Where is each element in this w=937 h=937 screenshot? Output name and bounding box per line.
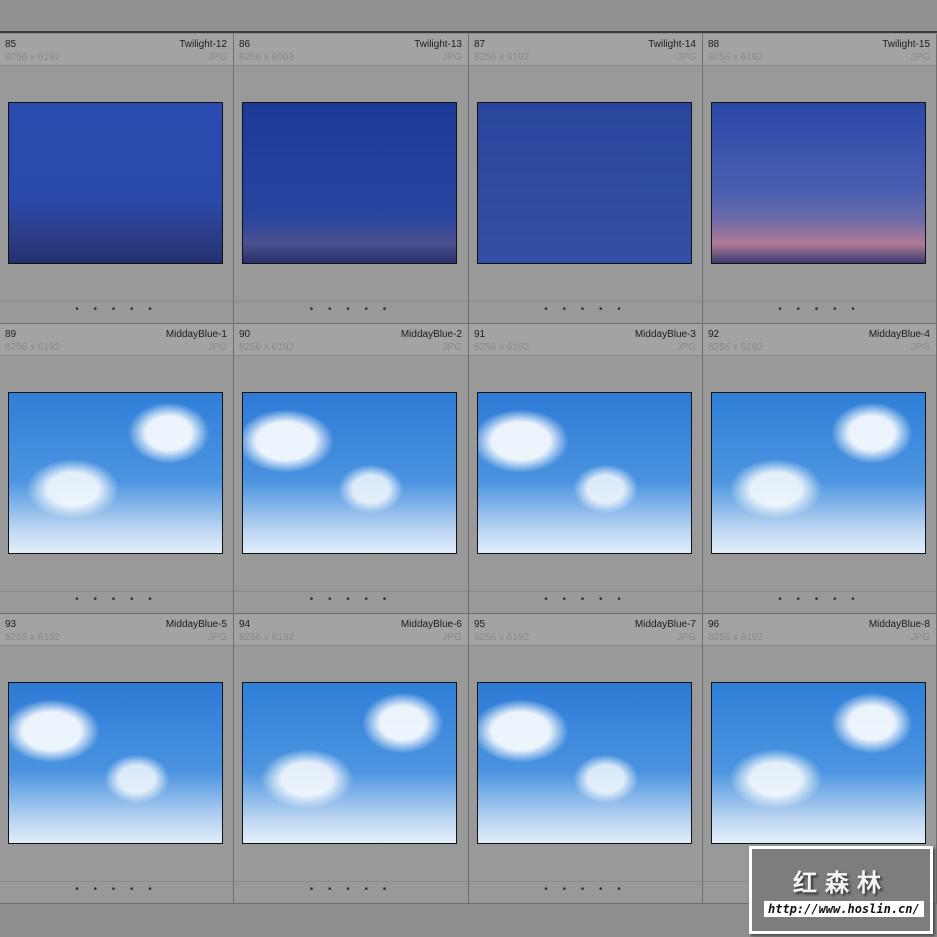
cell-dimensions: 8256 x 6192	[708, 342, 764, 353]
cell-filetype: JPG	[442, 342, 462, 353]
cell-filename: Twilight-14	[648, 39, 696, 50]
photo-thumbnail[interactable]	[477, 392, 692, 554]
cell-filename: Twilight-15	[882, 39, 930, 50]
cell-dimensions: 8256 x 6003	[239, 52, 295, 63]
cell-dimensions: 8256 x 6192	[5, 632, 61, 643]
cell-header: 96 MiddayBlue-8 8256 x 6192 JPG	[703, 614, 936, 646]
photo-thumbnail[interactable]	[8, 102, 223, 264]
cell-filename: MiddayBlue-2	[400, 329, 462, 340]
grid-cell[interactable]: 95 MiddayBlue-7 8256 x 6192 JPG • • • • …	[469, 614, 703, 904]
grid-cell[interactable]: 87 Twilight-14 8256 x 6192 JPG • • • • •	[469, 34, 703, 324]
grid-cell[interactable]: 93 MiddayBlue-5 8256 x 6192 JPG • • • • …	[0, 614, 234, 904]
photo-thumbnail[interactable]	[477, 682, 692, 844]
cell-filename: MiddayBlue-1	[165, 329, 227, 340]
cell-index: 96	[708, 619, 720, 630]
cell-filetype: JPG	[442, 52, 462, 63]
cell-filetype: JPG	[442, 632, 462, 643]
cell-dimensions: 8256 x 6192	[239, 342, 295, 353]
watermark-logo: 红森林 http://www.hoslin.cn/	[749, 846, 933, 934]
cell-index: 89	[5, 329, 17, 340]
thumbnail-grid: 85 Twilight-12 8256 x 6192 JPG • • • • •…	[0, 34, 937, 904]
star-rating[interactable]: • • • • •	[234, 881, 468, 903]
photo-thumbnail[interactable]	[242, 392, 457, 554]
grid-cell[interactable]: 85 Twilight-12 8256 x 6192 JPG • • • • •	[0, 34, 234, 324]
photo-thumbnail[interactable]	[8, 682, 223, 844]
cell-header: 85 Twilight-12 8256 x 6192 JPG	[0, 34, 233, 66]
watermark-title: 红森林	[793, 870, 889, 897]
cell-index: 92	[708, 329, 720, 340]
grid-cell[interactable]: 89 MiddayBlue-1 8256 x 6192 JPG • • • • …	[0, 324, 234, 614]
cell-index: 85	[5, 39, 17, 50]
cell-header: 94 MiddayBlue-6 8256 x 6192 JPG	[234, 614, 468, 646]
cell-filename: MiddayBlue-7	[634, 619, 696, 630]
star-rating[interactable]: • • • • •	[469, 301, 702, 323]
cell-filename: Twilight-12	[179, 39, 227, 50]
cell-header: 92 MiddayBlue-4 8256 x 6192 JPG	[703, 324, 936, 356]
cell-index: 94	[239, 619, 251, 630]
toolbar	[0, 0, 937, 33]
cell-filename: MiddayBlue-3	[634, 329, 696, 340]
cell-filename: MiddayBlue-8	[868, 619, 930, 630]
cell-dimensions: 8256 x 6192	[708, 52, 764, 63]
photo-thumbnail[interactable]	[711, 102, 926, 264]
cell-filetype: JPG	[676, 342, 696, 353]
cell-header: 91 MiddayBlue-3 8256 x 6192 JPG	[469, 324, 702, 356]
photo-thumbnail[interactable]	[477, 102, 692, 264]
cell-filetype: JPG	[676, 632, 696, 643]
cell-filetype: JPG	[910, 342, 930, 353]
grid-cell[interactable]: 91 MiddayBlue-3 8256 x 6192 JPG • • • • …	[469, 324, 703, 614]
cell-header: 88 Twilight-15 8256 x 6192 JPG	[703, 34, 936, 66]
cell-header: 87 Twilight-14 8256 x 6192 JPG	[469, 34, 702, 66]
cell-filename: Twilight-13	[414, 39, 462, 50]
photo-thumbnail[interactable]	[242, 682, 457, 844]
cell-filename: MiddayBlue-4	[868, 329, 930, 340]
photo-thumbnail[interactable]	[242, 102, 457, 264]
photo-thumbnail[interactable]	[8, 392, 223, 554]
cell-index: 88	[708, 39, 720, 50]
cell-filetype: JPG	[207, 632, 227, 643]
star-rating[interactable]: • • • • •	[0, 301, 233, 323]
star-rating[interactable]: • • • • •	[469, 591, 702, 613]
cell-filetype: JPG	[676, 52, 696, 63]
cell-header: 86 Twilight-13 8256 x 6003 JPG	[234, 34, 468, 66]
cell-index: 95	[474, 619, 486, 630]
cell-filename: MiddayBlue-6	[400, 619, 462, 630]
cell-header: 93 MiddayBlue-5 8256 x 6192 JPG	[0, 614, 233, 646]
star-rating[interactable]: • • • • •	[234, 301, 468, 323]
cell-filetype: JPG	[910, 52, 930, 63]
star-rating[interactable]: • • • • •	[469, 881, 702, 903]
cell-dimensions: 8256 x 6192	[474, 342, 530, 353]
cell-dimensions: 8256 x 6192	[474, 52, 530, 63]
cell-dimensions: 8256 x 6192	[5, 52, 61, 63]
photo-thumbnail[interactable]	[711, 392, 926, 554]
cell-index: 91	[474, 329, 486, 340]
watermark-url: http://www.hoslin.cn/	[764, 901, 924, 917]
cell-dimensions: 8256 x 6192	[239, 632, 295, 643]
grid-cell[interactable]: 88 Twilight-15 8256 x 6192 JPG • • • • •	[703, 34, 937, 324]
cell-filename: MiddayBlue-5	[165, 619, 227, 630]
cell-dimensions: 8256 x 6192	[5, 342, 61, 353]
star-rating[interactable]: • • • • •	[703, 301, 936, 323]
cell-header: 95 MiddayBlue-7 8256 x 6192 JPG	[469, 614, 702, 646]
cell-dimensions: 8256 x 6192	[474, 632, 530, 643]
cell-filetype: JPG	[207, 342, 227, 353]
cell-header: 90 MiddayBlue-2 8256 x 6192 JPG	[234, 324, 468, 356]
star-rating[interactable]: • • • • •	[234, 591, 468, 613]
photo-thumbnail[interactable]	[711, 682, 926, 844]
grid-cell[interactable]: 90 MiddayBlue-2 8256 x 6192 JPG • • • • …	[234, 324, 469, 614]
cell-header: 89 MiddayBlue-1 8256 x 6192 JPG	[0, 324, 233, 356]
cell-index: 90	[239, 329, 251, 340]
grid-cell[interactable]: 86 Twilight-13 8256 x 6003 JPG • • • • •	[234, 34, 469, 324]
cell-filetype: JPG	[207, 52, 227, 63]
cell-filetype: JPG	[910, 632, 930, 643]
grid-cell[interactable]: 94 MiddayBlue-6 8256 x 6192 JPG • • • • …	[234, 614, 469, 904]
cell-index: 86	[239, 39, 251, 50]
grid-cell[interactable]: 92 MiddayBlue-4 8256 x 6192 JPG • • • • …	[703, 324, 937, 614]
cell-index: 87	[474, 39, 486, 50]
cell-index: 93	[5, 619, 17, 630]
cell-dimensions: 8256 x 6192	[708, 632, 764, 643]
star-rating[interactable]: • • • • •	[0, 881, 233, 903]
star-rating[interactable]: • • • • •	[0, 591, 233, 613]
star-rating[interactable]: • • • • •	[703, 591, 936, 613]
